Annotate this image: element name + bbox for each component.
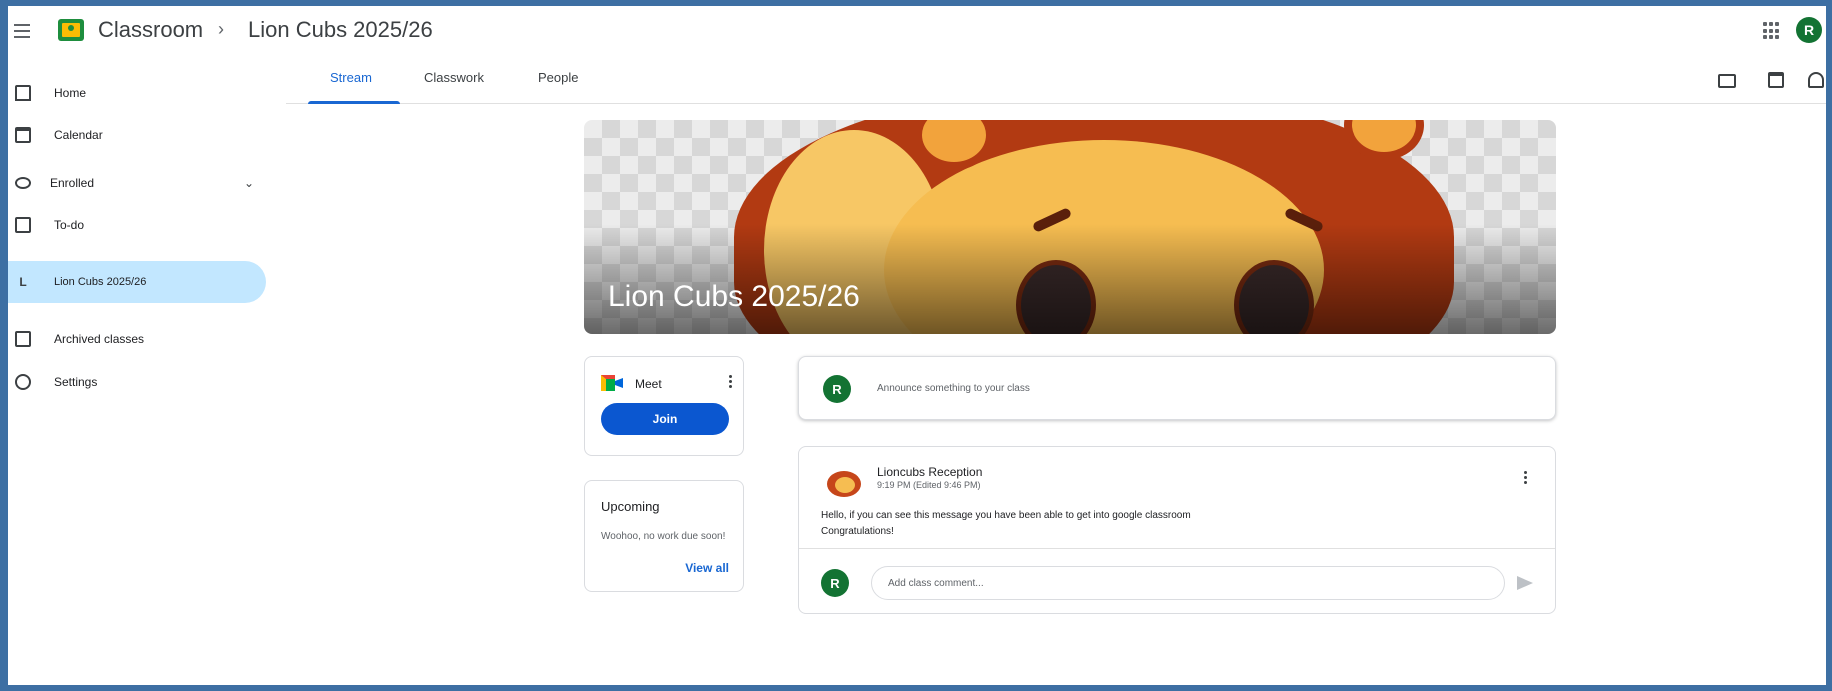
sidebar-item-settings[interactable]: Settings	[8, 361, 266, 403]
enrolled-icon	[15, 177, 31, 189]
home-icon	[15, 85, 31, 101]
sidebar-item-archived[interactable]: Archived classes	[8, 318, 266, 360]
sidebar-item-label: Enrolled	[50, 176, 95, 190]
announce-card[interactable]: R Announce something to your class	[798, 356, 1556, 420]
sidebar-item-home[interactable]: Home	[8, 72, 266, 114]
upcoming-card: Upcoming Woohoo, no work due soon! View …	[584, 480, 744, 592]
sidebar-item-label: Calendar	[54, 128, 103, 142]
sidebar-item-lion-cubs[interactable]: L Lion Cubs 2025/26	[8, 261, 266, 303]
sidebar-item-label: Archived classes	[54, 332, 145, 346]
banner-title: Lion Cubs 2025/26	[608, 280, 860, 313]
sidebar: Home Calendar Enrolled ⌄ To-do L Lion Cu…	[8, 58, 278, 685]
chevron-down-icon[interactable]: ⌄	[244, 176, 254, 190]
calendar-icon	[15, 127, 31, 143]
tab-people[interactable]: People	[538, 70, 578, 85]
post-body-congrats: Congratulations!	[821, 526, 894, 537]
upcoming-title: Upcoming	[601, 499, 660, 514]
tab-classwork[interactable]: Classwork	[424, 70, 484, 85]
main-menu-icon[interactable]	[14, 20, 34, 40]
avatar: R	[823, 375, 851, 403]
sidebar-item-enrolled[interactable]: Enrolled ⌄	[8, 162, 266, 204]
post-timestamp: 9:19 PM (Edited 9:46 PM)	[877, 480, 981, 490]
active-tab-indicator	[308, 101, 400, 104]
archive-icon	[15, 331, 31, 347]
settings-icon	[15, 374, 31, 390]
announce-input[interactable]: Announce something to your class	[877, 383, 1030, 394]
sidebar-item-label: Lion Cubs 2025/26	[54, 276, 147, 288]
app-title[interactable]: Classroom	[98, 17, 203, 43]
post-body: Hello, if you can see this message you h…	[821, 510, 1191, 521]
divider	[799, 548, 1555, 549]
google-apps-icon[interactable]	[1763, 22, 1781, 40]
meet-label: Meet	[635, 377, 662, 391]
classroom-logo-icon[interactable]	[58, 19, 84, 41]
class-banner: Lion Cubs 2025/26	[584, 120, 1556, 334]
meet-icon	[601, 375, 623, 391]
drive-folder-icon[interactable]	[1808, 72, 1824, 88]
send-icon[interactable]	[1517, 576, 1533, 590]
class-comment-input[interactable]	[871, 566, 1505, 600]
video-call-icon[interactable]	[1718, 74, 1736, 88]
more-options-icon[interactable]	[729, 375, 733, 391]
sidebar-item-label: To-do	[54, 218, 85, 232]
tab-stream[interactable]: Stream	[330, 70, 372, 85]
top-bar: Classroom › Lion Cubs 2025/26 R	[8, 6, 1826, 58]
account-avatar[interactable]: R	[1796, 17, 1822, 43]
stream-post: Lioncubs Reception 9:19 PM (Edited 9:46 …	[798, 446, 1556, 614]
post-author: Lioncubs Reception	[877, 465, 983, 479]
breadcrumb-class-name[interactable]: Lion Cubs 2025/26	[248, 17, 433, 43]
breadcrumb-chevron-icon: ›	[218, 19, 224, 39]
upcoming-empty-text: Woohoo, no work due soon!	[601, 531, 726, 542]
app-window: Classroom › Lion Cubs 2025/26 R Stream C…	[8, 6, 1826, 685]
sidebar-item-label: Home	[54, 86, 87, 100]
class-tabs: Stream Classwork People	[286, 58, 1826, 104]
sidebar-item-label: Settings	[54, 375, 98, 389]
join-meet-button[interactable]: Join	[601, 403, 729, 435]
avatar: R	[821, 569, 849, 597]
author-avatar	[825, 467, 863, 497]
sidebar-item-calendar[interactable]: Calendar	[8, 114, 266, 156]
class-letter-icon: L	[19, 275, 27, 289]
calendar-icon[interactable]	[1768, 72, 1784, 88]
todo-icon	[15, 217, 31, 233]
meet-card: Meet Join	[584, 356, 744, 456]
view-all-link[interactable]: View all	[685, 561, 729, 575]
post-options-icon[interactable]	[1524, 471, 1528, 487]
sidebar-item-todo[interactable]: To-do	[8, 204, 266, 246]
